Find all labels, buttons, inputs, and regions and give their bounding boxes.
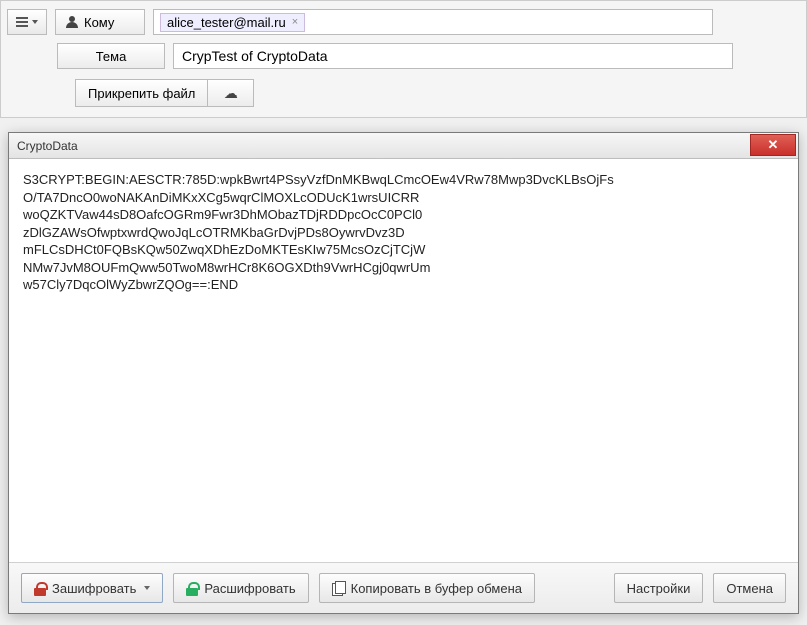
chevron-down-icon xyxy=(32,20,38,24)
subject-input[interactable]: CrypTest of CryptoData xyxy=(173,43,733,69)
subject-label: Тема xyxy=(96,49,127,64)
remove-recipient-icon[interactable]: × xyxy=(292,16,298,28)
lock-open-icon xyxy=(186,582,198,595)
dialog-footer: Зашифровать Расшифровать Копировать в бу… xyxy=(9,562,798,613)
cryptodata-dialog: CryptoData ✕ S3CRYPT:BEGIN:AESCTR:785D:w… xyxy=(8,132,799,614)
cipher-line: mFLCsDHCt0FQBsKQw50ZwqXDhEzDoMKTEsKIw75M… xyxy=(23,241,784,259)
cloud-icon: ☁ xyxy=(224,85,238,102)
cipher-line: NMw7JvM8OUFmQww50TwoM8wrHCr8K6OGXDth9Vwr… xyxy=(23,259,784,277)
cipher-line: S3CRYPT:BEGIN:AESCTR:785D:wpkBwrt4PSsyVz… xyxy=(23,171,784,189)
attach-cloud-button[interactable]: ☁ xyxy=(208,79,254,107)
lock-closed-icon xyxy=(34,582,46,595)
cipher-line: O/TA7DncO0woNAKAnDiMKxXCg5wqrClMOXLcODUc… xyxy=(23,189,784,207)
compose-row-subject: Тема CrypTest of CryptoData xyxy=(1,39,806,73)
compose-row-attach: Прикрепить файл ☁ xyxy=(1,73,806,117)
cancel-label: Отмена xyxy=(726,581,773,596)
copy-button[interactable]: Копировать в буфер обмена xyxy=(319,573,535,603)
recipient-text: alice_tester@mail.ru xyxy=(167,15,286,30)
dialog-body[interactable]: S3CRYPT:BEGIN:AESCTR:785D:wpkBwrt4PSsyVz… xyxy=(9,159,798,562)
compose-menu-button[interactable] xyxy=(7,9,47,35)
dialog-title: CryptoData xyxy=(17,139,78,153)
subject-label-button[interactable]: Тема xyxy=(57,43,165,69)
cancel-button[interactable]: Отмена xyxy=(713,573,786,603)
settings-button[interactable]: Настройки xyxy=(614,573,704,603)
attach-label: Прикрепить файл xyxy=(88,86,195,101)
compose-window: Кому alice_tester@mail.ru × Тема CrypTes… xyxy=(0,0,807,118)
close-icon: ✕ xyxy=(768,137,779,153)
hamburger-icon xyxy=(16,17,28,27)
to-input[interactable]: alice_tester@mail.ru × xyxy=(153,9,713,35)
encrypt-label: Зашифровать xyxy=(52,581,136,596)
encrypt-button[interactable]: Зашифровать xyxy=(21,573,163,603)
to-label: Кому xyxy=(84,15,114,30)
attach-file-button[interactable]: Прикрепить файл xyxy=(75,79,208,107)
cipher-line: woQZKTVaw44sD8OafcOGRm9Fwr3DhMObazTDjRDD… xyxy=(23,206,784,224)
chevron-down-icon xyxy=(144,586,150,590)
cipher-line: w57Cly7DqcOlWyZbwrZQOg==:END xyxy=(23,276,784,294)
to-label-button[interactable]: Кому xyxy=(55,9,145,35)
decrypt-button[interactable]: Расшифровать xyxy=(173,573,308,603)
settings-label: Настройки xyxy=(627,581,691,596)
cipher-line: zDlGZAWsOfwptxwrdQwoJqLcOTRMKbaGrDvjPDs8… xyxy=(23,224,784,242)
close-button[interactable]: ✕ xyxy=(750,134,796,156)
copy-label: Копировать в буфер обмена xyxy=(351,581,522,596)
person-icon xyxy=(66,16,78,28)
decrypt-label: Расшифровать xyxy=(204,581,295,596)
recipient-chip[interactable]: alice_tester@mail.ru × xyxy=(160,13,305,32)
copy-icon xyxy=(332,581,345,595)
dialog-titlebar[interactable]: CryptoData ✕ xyxy=(9,133,798,159)
compose-row-to: Кому alice_tester@mail.ru × xyxy=(1,1,806,39)
subject-value: CrypTest of CryptoData xyxy=(182,48,328,64)
